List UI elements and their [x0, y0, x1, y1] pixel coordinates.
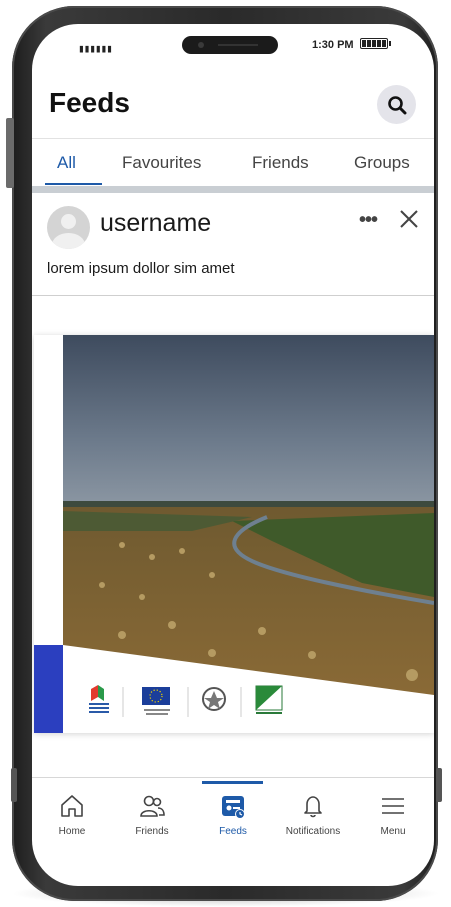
- speaker-grille: [218, 44, 258, 46]
- banner-overlay: [34, 335, 434, 733]
- side-button-right: [436, 768, 442, 802]
- active-tab-indicator: [45, 183, 102, 185]
- nav-feeds-label: Feeds: [219, 826, 247, 837]
- eu-flag-icon: [142, 687, 170, 715]
- camera-notch: [182, 36, 278, 54]
- search-icon: [387, 95, 406, 114]
- active-nav-indicator: [202, 781, 263, 784]
- nav-feeds[interactable]: Feeds: [193, 792, 273, 837]
- page-title: Feeds: [49, 87, 130, 118]
- more-options-button[interactable]: •••: [359, 209, 378, 232]
- nav-menu[interactable]: Menu: [353, 792, 433, 837]
- nav-friends-label: Friends: [135, 826, 169, 837]
- battery-icon: [360, 38, 391, 49]
- post-text: lorem ipsum dollor sim amet: [47, 260, 235, 277]
- status-bar: ▮▮▮▮▮▮ 1:30 PM: [32, 24, 434, 68]
- menu-icon: [382, 798, 404, 814]
- camera-icon: [198, 42, 204, 48]
- signal-indicator: ▮▮▮▮▮▮: [78, 42, 113, 55]
- post-image[interactable]: [34, 335, 434, 733]
- search-button[interactable]: [377, 85, 416, 124]
- tab-groups[interactable]: Groups: [354, 152, 410, 185]
- header-divider: [32, 138, 434, 139]
- tab-all[interactable]: All: [57, 152, 76, 185]
- avatar[interactable]: [47, 206, 90, 249]
- region-logo-icon: [255, 685, 283, 714]
- italian-emblem-icon: [202, 687, 226, 711]
- nav-friends[interactable]: Friends: [112, 792, 192, 837]
- nav-divider: [32, 777, 434, 778]
- status-time: 1:30 PM: [312, 39, 354, 51]
- nav-notifications-label: Notifications: [285, 826, 341, 837]
- tab-favourites[interactable]: Favourites: [122, 152, 201, 185]
- tabs-separator: [32, 186, 434, 193]
- side-button: [6, 118, 14, 188]
- institutional-logos: [89, 685, 283, 717]
- close-button[interactable]: [398, 208, 420, 230]
- tab-friends[interactable]: Friends: [252, 152, 309, 185]
- screen: ▮▮▮▮▮▮ 1:30 PM Feeds All Favourites Frie…: [32, 24, 434, 886]
- nav-home[interactable]: Home: [32, 792, 112, 837]
- friends-icon: [140, 795, 165, 817]
- nav-notifications[interactable]: Notifications: [273, 792, 353, 837]
- post-divider: [32, 295, 434, 296]
- feeds-icon: [222, 796, 245, 819]
- nav-menu-label: Menu: [380, 826, 406, 837]
- coesione-logo-icon: [89, 685, 109, 713]
- nav-home-label: Home: [58, 826, 86, 837]
- close-icon: [400, 210, 418, 228]
- side-button-lower: [11, 768, 17, 802]
- post-username[interactable]: username: [100, 209, 211, 238]
- bell-icon: [304, 796, 322, 818]
- home-icon: [61, 795, 83, 817]
